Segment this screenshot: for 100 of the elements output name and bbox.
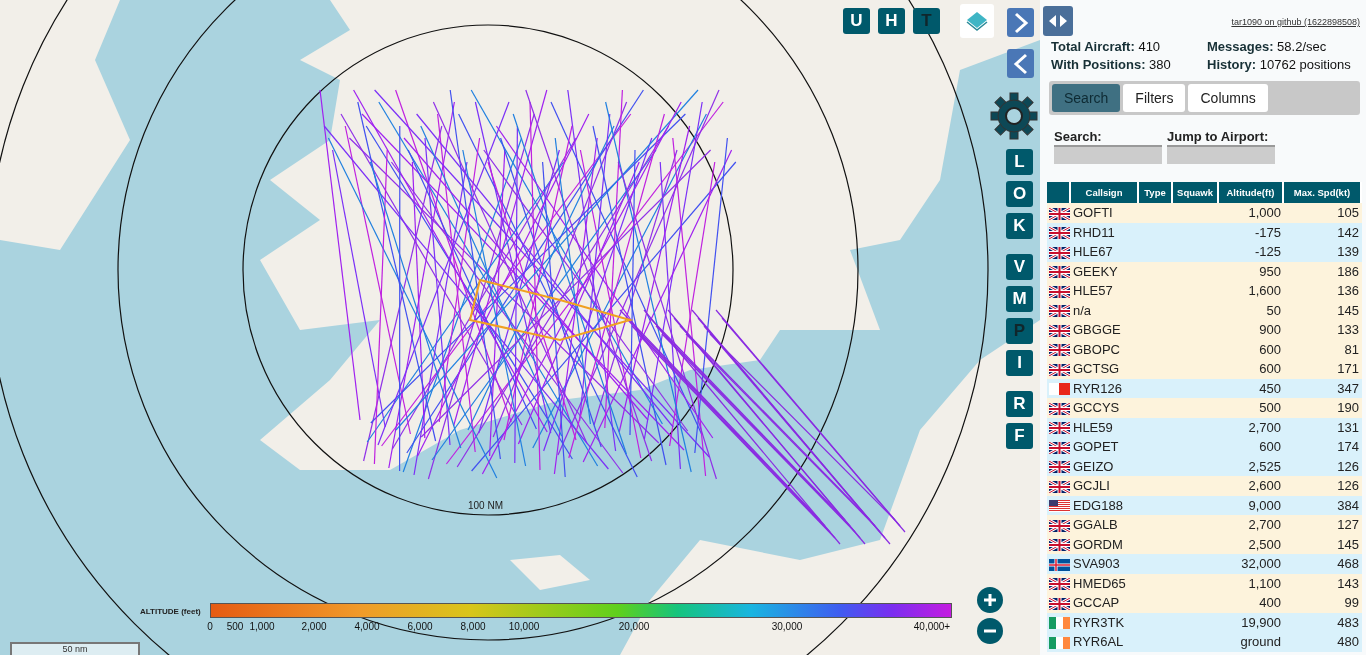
uk-flag-icon [1049,441,1070,454]
left-right-arrows-icon [1047,14,1069,28]
expand-button[interactable] [1007,8,1034,37]
table-row[interactable]: GOPET 600 174 [1047,437,1362,457]
uk-flag-icon [1049,480,1070,493]
input-field[interactable] [1054,145,1162,164]
column-header[interactable]: Max. Spd(kt) [1284,182,1362,203]
table-cell-text: 142 [1336,223,1360,242]
column-header[interactable]: Callsign [1071,182,1139,203]
table-row[interactable]: GORDM 2,500 145 [1047,534,1362,554]
toggle-button[interactable]: M [1006,286,1033,312]
table-cell-text: 9,000 [1247,496,1282,515]
legend-tick-label: 2,000 [301,621,327,632]
table-cell-text: 347 [1336,379,1360,398]
table-cell: GBGGE [1073,322,1121,338]
us-flag-icon [1049,500,1070,513]
layers-button[interactable] [960,4,994,38]
table-cell-text: 600 [1258,360,1282,379]
table-row[interactable]: RYR3TK 19,900 483 [1047,612,1362,632]
table-cell: GOPET [1073,439,1119,455]
table-cell: GGALB [1073,517,1118,533]
table-cell-text: -175 [1253,223,1282,242]
table-row[interactable]: RYR6AL ground 480 [1047,632,1362,652]
toggle-button[interactable]: I [1006,350,1033,376]
toggle-button[interactable]: K [1006,213,1033,239]
uk-flag-icon [1049,246,1070,259]
table-cell-text: 139 [1336,243,1360,262]
table-row[interactable]: GCTSG 600 171 [1047,359,1362,379]
column-header[interactable]: Type [1139,182,1173,203]
column-header[interactable]: Altitude(ft) [1219,182,1284,203]
table-cell-text: 171 [1336,360,1360,379]
toggle-button[interactable]: O [1006,181,1033,207]
table-cell: GCCAP [1073,595,1120,611]
table-row[interactable]: GGALB 2,700 127 [1047,515,1362,535]
table-row[interactable]: HLE57 1,600 136 [1047,281,1362,301]
toggle-button[interactable]: L [1006,149,1033,175]
table-cell: HMED65 [1073,575,1126,591]
settings-icon[interactable] [990,92,1038,140]
toggle-button[interactable]: V [1006,254,1033,280]
github-link[interactable]: tar1090 on github (1622898508) [1231,17,1360,27]
table-cell-text: 600 [1258,340,1282,359]
legend-tick-label: 500 [226,621,244,632]
table-row[interactable]: GCCYS 500 190 [1047,398,1362,418]
table-row[interactable]: GBOPC 600 81 [1047,339,1362,359]
table-cell-text: 105 [1336,204,1360,223]
table-cell: HLE59 [1073,419,1113,435]
table-cell-text: 2,525 [1247,457,1282,476]
uk-flag-icon [1049,519,1070,532]
table-cell-text: 480 [1336,633,1360,652]
field-label: Search: [1054,129,1103,144]
input-field[interactable] [1167,145,1275,164]
table-row[interactable]: EDG188 9,000 384 [1047,495,1362,515]
minus-icon [983,629,997,633]
legend-tick-label: 1,000 [249,621,275,632]
toggle-button[interactable]: F [1006,423,1033,449]
table-row[interactable]: GEIZO 2,525 126 [1047,456,1362,476]
table-cell: HLE67 [1073,244,1113,260]
legend-tick-label: 6,000 [407,621,433,632]
table-row[interactable]: n/a 50 145 [1047,300,1362,320]
toggle-button[interactable]: H [878,8,905,34]
table-row[interactable]: HLE67 -125 139 [1047,242,1362,262]
table-row[interactable]: RYR126 450 347 [1047,378,1362,398]
table-cell: n/a [1073,302,1092,318]
uk-flag-icon [1049,597,1070,610]
table-row[interactable]: GOFTI 1,000 105 [1047,203,1362,223]
uk-flag-icon [1049,539,1070,552]
table-cell-text: 145 [1336,535,1360,554]
toggle-button[interactable]: U [843,8,870,34]
table-row[interactable]: HMED65 1,100 143 [1047,573,1362,593]
table-cell: GEEKY [1073,263,1118,279]
table-row[interactable]: RHD11 -175 142 [1047,222,1362,242]
stat-text: With Positions: 380 [1051,57,1172,72]
table-cell-text: 32,000 [1240,555,1282,574]
table-cell-text: 136 [1336,282,1360,301]
table-row[interactable]: GCCAP 400 99 [1047,593,1362,613]
table-row[interactable]: GBGGE 900 133 [1047,320,1362,340]
toggle-sidebar-button[interactable] [1043,6,1073,36]
column-header[interactable]: Squawk [1173,182,1219,203]
uk-flag-icon [1049,285,1070,298]
table-cell: GBOPC [1073,341,1120,357]
uk-flag-icon [1049,324,1070,337]
table-cell: GCCYS [1073,400,1120,416]
tab[interactable]: Filters [1123,84,1186,112]
uk-flag-icon [1049,461,1070,474]
tab[interactable]: Columns [1188,84,1268,112]
table-row[interactable]: GEEKY 950 186 [1047,261,1362,281]
toggle-button[interactable]: R [1006,391,1033,417]
table-cell-text: 2,700 [1247,418,1282,437]
table-header [1047,182,1071,203]
uk-flag-icon [1049,578,1070,591]
uk-flag-icon [1049,422,1070,435]
table-row[interactable]: HLE59 2,700 131 [1047,417,1362,437]
legend-tick-label: 0 [207,621,213,632]
table-cell-text: 950 [1258,262,1282,281]
stat-text: Total Aircraft: 410 [1051,39,1162,54]
collapse-button[interactable] [1007,49,1034,78]
table-row[interactable]: GCJLI 2,600 126 [1047,476,1362,496]
uk-flag-icon [1049,402,1070,415]
table-row[interactable]: SVA903 32,000 468 [1047,554,1362,574]
plus-icon [983,593,997,607]
